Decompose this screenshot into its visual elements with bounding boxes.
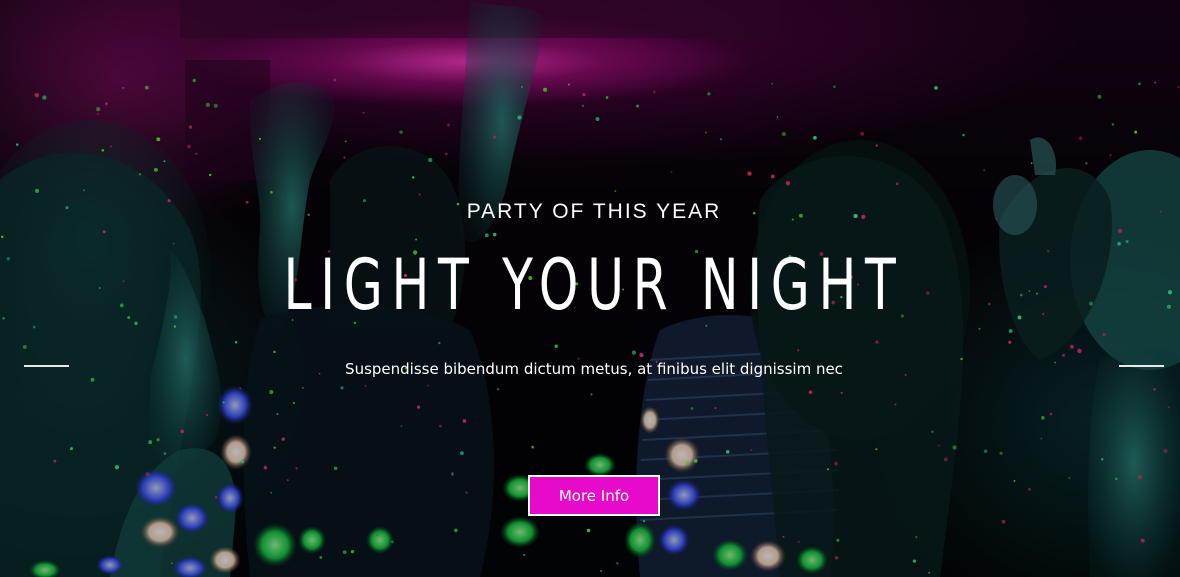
slider-prev-button[interactable] — [16, 352, 76, 380]
hero-eyebrow: PARTY OF THIS YEAR — [466, 200, 722, 223]
hero-content: PARTY OF THIS YEAR LIGHT YOUR NIGHT Susp… — [0, 0, 1180, 577]
hero-subtitle: Suspendisse bibendum dictum metus, at fi… — [345, 360, 843, 378]
slider-next-button[interactable] — [1110, 352, 1170, 380]
more-info-button[interactable]: More Info — [528, 475, 660, 516]
arrow-left-line-icon — [24, 365, 69, 367]
hero-headline: LIGHT YOUR NIGHT — [283, 244, 905, 326]
hero-slider: PARTY OF THIS YEAR LIGHT YOUR NIGHT Susp… — [0, 0, 1180, 577]
arrow-right-line-icon — [1119, 365, 1164, 367]
